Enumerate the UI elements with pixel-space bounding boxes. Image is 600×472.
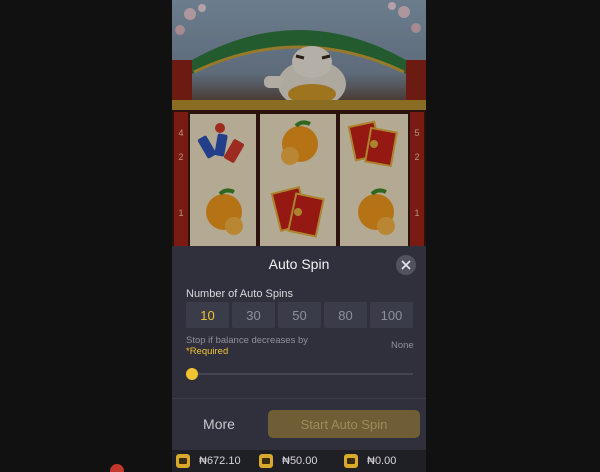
- win-display: ₦0.00: [344, 453, 396, 469]
- game-screen: 4 2 1 5 2 1 Auto Spin Number of Auto Spi…: [172, 0, 426, 472]
- auto-spin-panel: Auto Spin Number of Auto Spins 10 30 50 …: [172, 246, 426, 472]
- slider-track: [186, 373, 413, 375]
- spin-option-100[interactable]: 100: [370, 302, 413, 328]
- balance-slider[interactable]: [186, 368, 413, 380]
- wallet-icon: [176, 454, 190, 468]
- close-button[interactable]: [396, 255, 416, 275]
- game-scene: 4 2 1 5 2 1: [172, 0, 426, 246]
- spin-option-30[interactable]: 30: [232, 302, 275, 328]
- status-bar: ₦672.10 ₦50.00 ₦0.00: [172, 450, 426, 472]
- spin-option-80[interactable]: 80: [324, 302, 367, 328]
- stop-condition-label: Stop if balance decreases by: [186, 335, 308, 346]
- spin-count-options: 10 30 50 80 100: [186, 302, 413, 328]
- close-icon: [401, 260, 411, 270]
- coins-icon: [259, 454, 273, 468]
- slider-thumb[interactable]: [186, 368, 198, 380]
- balance-value: ₦672.10: [199, 455, 241, 467]
- win-icon: [344, 454, 358, 468]
- win-value: ₦0.00: [367, 455, 397, 467]
- start-auto-spin-button[interactable]: Start Auto Spin: [268, 410, 420, 438]
- bet-display: ₦50.00: [259, 453, 317, 469]
- bet-value: ₦50.00: [282, 455, 318, 467]
- more-button[interactable]: More: [172, 410, 266, 438]
- divider: [172, 398, 426, 399]
- required-label: *Required: [186, 346, 229, 357]
- overlay-dim: [172, 0, 426, 246]
- notification-dot: [110, 464, 124, 472]
- spin-option-50[interactable]: 50: [278, 302, 321, 328]
- spin-option-10[interactable]: 10: [186, 302, 229, 328]
- balance-display: ₦672.10: [176, 453, 241, 469]
- stop-value: None: [391, 340, 414, 351]
- spin-count-label: Number of Auto Spins: [186, 288, 294, 300]
- panel-title: Auto Spin: [268, 256, 330, 272]
